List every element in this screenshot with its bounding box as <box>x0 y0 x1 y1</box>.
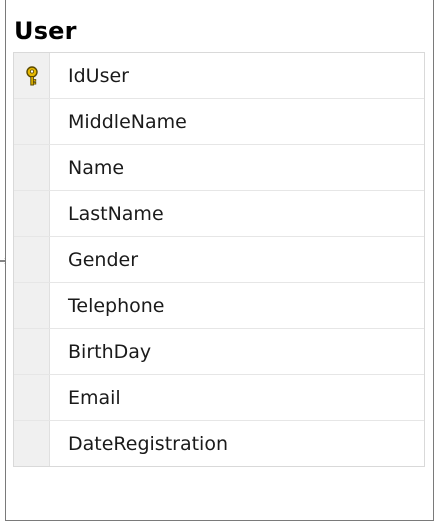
column-row[interactable]: DateRegistration <box>14 421 424 467</box>
row-selector[interactable] <box>14 145 50 190</box>
column-name: BirthDay <box>68 340 152 363</box>
column-row[interactable]: Email <box>14 375 424 421</box>
column-name: Name <box>68 156 125 179</box>
column-name: MiddleName <box>68 110 187 133</box>
row-selector[interactable] <box>14 237 50 282</box>
row-selector[interactable] <box>14 53 50 98</box>
column-row[interactable]: LastName <box>14 191 424 237</box>
row-selector[interactable] <box>14 191 50 236</box>
column-row[interactable]: MiddleName <box>14 99 424 145</box>
column-name: LastName <box>68 202 164 225</box>
column-name: Telephone <box>68 294 165 317</box>
column-name: IdUser <box>68 64 129 87</box>
column-name: Gender <box>68 248 139 271</box>
column-list: IdUser MiddleName Name LastName Gender T <box>13 52 425 467</box>
column-name: Email <box>68 386 121 409</box>
row-selector[interactable] <box>14 421 50 466</box>
row-selector[interactable] <box>14 283 50 328</box>
diagram-canvas: User IdUser MiddleName Name LastName Gen… <box>0 0 436 521</box>
row-selector[interactable] <box>14 375 50 420</box>
column-row[interactable]: Name <box>14 145 424 191</box>
column-name: DateRegistration <box>68 432 228 455</box>
user-table[interactable]: User IdUser MiddleName Name LastName Gen… <box>5 0 434 521</box>
column-row[interactable]: Gender <box>14 237 424 283</box>
key-icon <box>25 65 38 85</box>
table-empty-area <box>13 466 425 510</box>
row-selector[interactable] <box>14 99 50 144</box>
column-row[interactable]: IdUser <box>14 53 424 99</box>
table-title: User <box>14 17 77 45</box>
column-row[interactable]: BirthDay <box>14 329 424 375</box>
row-selector[interactable] <box>14 329 50 374</box>
column-row[interactable]: Telephone <box>14 283 424 329</box>
